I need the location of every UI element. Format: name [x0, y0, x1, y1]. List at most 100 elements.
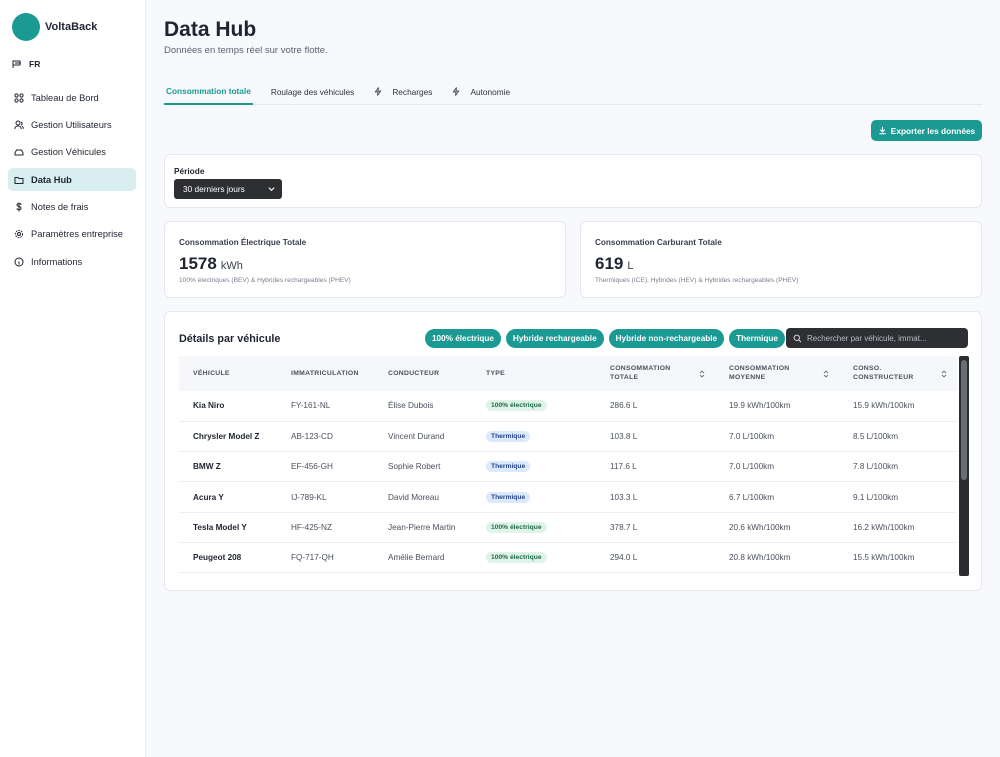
vehicle-table: VÉHICULE IMMATRICULATION CONDUCTEUR TYPE CON… — [179, 356, 957, 573]
table-scrollbar[interactable] — [959, 356, 969, 576]
sidebar-item-parametres-entreprise[interactable]: Paramètres entreprise — [8, 223, 136, 246]
type-filter-chips: 100% électrique Hybride rechargeable Hybri… — [425, 329, 790, 348]
tab-label: Autonomie — [470, 86, 511, 97]
bolt-icon — [452, 87, 465, 96]
period-filter-card: Période 30 derniers jours — [164, 154, 982, 208]
type-badge: Thermique — [486, 430, 531, 442]
tab-autonomie[interactable]: Autonomie — [450, 78, 512, 105]
sort-icon — [823, 369, 829, 378]
cell-maker: 15.9 kWh/100km — [853, 401, 915, 411]
stat-number: 619 — [595, 254, 624, 273]
tab-recharges[interactable]: Recharges — [372, 78, 434, 105]
cell-maker: 9.1 L/100km — [853, 492, 899, 502]
brand-logo — [12, 13, 40, 41]
sidebar-item-data-hub[interactable]: Data Hub — [8, 168, 136, 192]
gear-icon — [14, 229, 24, 239]
column-header-label: CONSOMMATION MOYENNE — [729, 364, 790, 381]
tab-label: Recharges — [392, 86, 433, 97]
period-select[interactable]: 30 derniers jours — [174, 179, 282, 199]
cell-driver: Vincent Durand — [388, 431, 445, 441]
table-row[interactable]: Tesla Model Y HF-425-NZ Jean-Pierre Martin… — [179, 512, 957, 543]
filter-chip[interactable]: Hybride rechargeable — [505, 329, 604, 348]
sidebar-item-informations[interactable]: Informations — [8, 250, 136, 273]
cell-total: 378.7 L — [610, 522, 638, 532]
filter-chip[interactable]: Thermique — [729, 329, 785, 348]
cell-avg: 7.0 L/100km — [729, 462, 775, 472]
table-row[interactable]: Kia Niro FY-161-NL Élise Dubois 100% électr… — [179, 391, 957, 422]
stat-value: 1578 kWh — [179, 254, 243, 274]
language-selector[interactable]: FR — [12, 59, 40, 69]
sidebar-item-tableau-de-bord[interactable]: Tableau de Bord — [8, 86, 136, 109]
table-row[interactable]: Peugeot 208 FQ-717-QH Amélie Bernard 100% é… — [179, 542, 957, 573]
column-header[interactable]: CONSO. CONSTRUCTEUR — [839, 356, 957, 391]
type-badge: Thermique — [486, 461, 531, 473]
table-row[interactable]: BMW Z EF-456-GH Sophie Robert Thermique 117.… — [179, 452, 957, 482]
search-input[interactable] — [807, 333, 957, 343]
stat-note: 100% électriques (BEV) & Hybrides rechar… — [179, 277, 351, 284]
stat-note: Thermiques (ICE), Hybrides (HEV) & Hybri… — [595, 277, 799, 284]
cell-vehicle: Chrysler Model Z — [193, 431, 260, 441]
vehicle-details-card: Détails par véhicule 100% électrique Hybr… — [164, 311, 982, 591]
column-header-label: CONSOMMATION TOTALE — [610, 364, 671, 381]
cell-avg: 19.9 kWh/100km — [729, 401, 791, 411]
brand-name: VoltaBack — [45, 21, 98, 33]
cell-type: Thermique — [472, 421, 596, 451]
cell-total: 117.6 L — [610, 462, 637, 472]
sidebar-item-label: Gestion Utilisateurs — [31, 119, 112, 130]
table-row[interactable]: Chrysler Model Z AB-123-CD Vincent Durand T… — [179, 421, 957, 452]
sidebar-item-label: Notes de frais — [31, 202, 89, 213]
export-button[interactable]: Exporter les données — [871, 120, 982, 141]
cell-maker: 16.2 kWh/100km — [853, 522, 915, 532]
cell-type: 100% électrique — [472, 542, 596, 572]
cell-type: Thermique — [472, 452, 596, 482]
export-button-label: Exporter les données — [890, 125, 976, 136]
table-row[interactable]: Acura Y IJ-789-KL David Moreau Thermique 103… — [179, 482, 957, 513]
type-badge: Thermique — [486, 491, 531, 503]
scrollbar-thumb[interactable] — [961, 360, 967, 480]
tab-label: Roulage des véhicules — [270, 86, 355, 97]
type-badge: 100% électrique — [486, 521, 547, 533]
sidebar: VoltaBack FR Tableau de Bord Gestion Util… — [0, 0, 146, 757]
sidebar-item-gestion-vehicules[interactable]: Gestion Véhicules — [8, 141, 136, 164]
cell-maker: 15.5 kWh/100km — [853, 553, 915, 563]
filter-chip[interactable]: Hybride non-rechargeable — [608, 329, 725, 348]
column-header: IMMATRICULATION — [277, 356, 374, 391]
dollar-icon — [14, 202, 24, 212]
column-header[interactable]: CONSOMMATION MOYENNE — [715, 356, 839, 391]
period-label: Période — [174, 166, 205, 176]
cell-plate: EF-456-GH — [291, 462, 333, 472]
sidebar-item-gestion-utilisateurs[interactable]: Gestion Utilisateurs — [8, 113, 136, 136]
tab-consommation-totale[interactable]: Consommation totale — [164, 78, 253, 105]
cell-type: Thermique — [472, 482, 596, 512]
column-header: CONDUCTEUR — [374, 356, 472, 391]
section-title: Détails par véhicule — [179, 333, 281, 345]
cell-plate: FY-161-NL — [291, 401, 331, 411]
car-icon — [14, 147, 24, 157]
sidebar-item-label: Data Hub — [31, 174, 72, 185]
cell-avg: 20.6 kWh/100km — [729, 522, 791, 532]
column-header[interactable]: CONSOMMATION TOTALE — [596, 356, 715, 391]
sidebar-item-notes-de-frais[interactable]: Notes de frais — [8, 196, 136, 219]
cell-maker: 7.8 L/100km — [853, 462, 899, 472]
cell-avg: 20.8 kWh/100km — [729, 553, 791, 563]
cell-driver: Élise Dubois — [388, 401, 434, 411]
cell-plate: IJ-789-KL — [291, 492, 327, 502]
folder-icon — [14, 175, 24, 185]
cell-total: 294.0 L — [610, 553, 638, 563]
tab-roulage-des-vehicules[interactable]: Roulage des véhicules — [269, 78, 356, 105]
cell-total: 286.6 L — [610, 401, 638, 411]
type-badge: 100% électrique — [486, 400, 547, 412]
cell-plate: HF-425-NZ — [291, 522, 332, 532]
column-header: TYPE — [472, 356, 596, 391]
cell-avg: 7.0 L/100km — [729, 431, 775, 441]
page-title: Data Hub — [164, 18, 257, 41]
search-box[interactable] — [786, 328, 968, 348]
column-header: VÉHICULE — [179, 356, 277, 391]
chevron-down-icon — [268, 187, 275, 192]
users-icon — [14, 120, 24, 130]
brand[interactable]: VoltaBack — [12, 13, 97, 41]
fuel-consumption-card: Consommation Carburant Totale 619 L Therm… — [580, 221, 982, 298]
filter-chip[interactable]: 100% électrique — [425, 329, 501, 348]
cell-vehicle: Peugeot 208 — [193, 553, 242, 563]
bolt-icon — [374, 87, 387, 96]
